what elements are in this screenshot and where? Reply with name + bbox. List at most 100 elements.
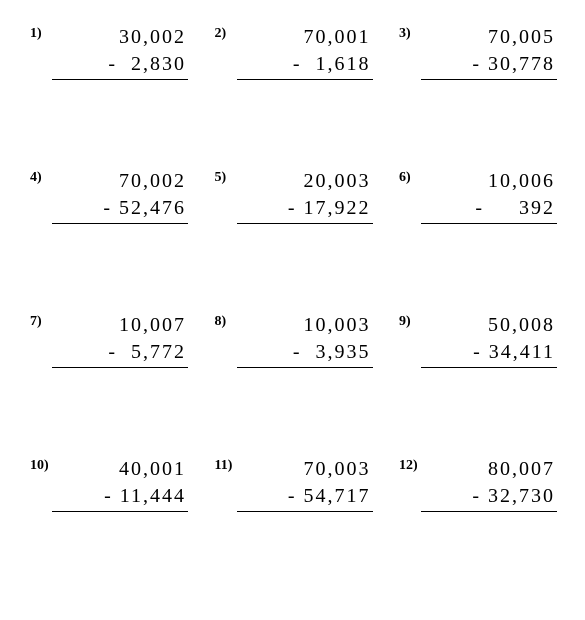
problem-body: 10,007 - 5,772 (56, 312, 188, 368)
subtrahend: 34,411 (489, 341, 555, 363)
equals-rule (52, 367, 188, 368)
problem-item: 11) 70,003 - 54,717 (213, 456, 373, 512)
subtrahend: 2,830 (131, 53, 186, 75)
subtrahend-line: - 2,830 (56, 51, 188, 78)
problem-body: 70,005 - 30,778 (425, 24, 557, 80)
problem-number: 6) (397, 168, 425, 186)
problem-body: 70,002 - 52,476 (56, 168, 188, 224)
subtrahend-line: - 34,411 (425, 339, 557, 366)
minuend: 10,003 (241, 312, 373, 339)
operator: - (108, 341, 117, 363)
problem-item: 10) 40,001 - 11,444 (28, 456, 188, 512)
problem-number: 10) (28, 456, 56, 474)
minuend: 70,001 (241, 24, 373, 51)
problem-body: 10,003 - 3,935 (241, 312, 373, 368)
problem-item: 5) 20,003 - 17,922 (213, 168, 373, 224)
subtrahend: 11,444 (120, 485, 186, 507)
minuend: 30,002 (56, 24, 188, 51)
problem-body: 20,003 - 17,922 (241, 168, 373, 224)
equals-rule (421, 223, 557, 224)
equals-rule (52, 223, 188, 224)
problem-number: 11) (213, 456, 241, 474)
equals-rule (237, 79, 373, 80)
minuend: 10,006 (425, 168, 557, 195)
subtrahend-line: - 11,444 (56, 483, 188, 510)
problem-number: 7) (28, 312, 56, 330)
problem-item: 7) 10,007 - 5,772 (28, 312, 188, 368)
subtrahend-line: - 392 (425, 195, 557, 222)
problem-body: 70,001 - 1,618 (241, 24, 373, 80)
problem-item: 9) 50,008 - 34,411 (397, 312, 557, 368)
problem-number: 4) (28, 168, 56, 186)
subtrahend-line: - 52,476 (56, 195, 188, 222)
equals-rule (237, 223, 373, 224)
problem-body: 50,008 - 34,411 (425, 312, 557, 368)
subtrahend: 17,922 (304, 197, 371, 219)
subtrahend-line: - 5,772 (56, 339, 188, 366)
minuend: 10,007 (56, 312, 188, 339)
operator: - (288, 485, 297, 507)
subtrahend-line: - 54,717 (241, 483, 373, 510)
operator: - (293, 53, 302, 75)
operator: - (472, 53, 481, 75)
minuend: 70,002 (56, 168, 188, 195)
problem-body: 40,001 - 11,444 (56, 456, 188, 512)
problem-number: 5) (213, 168, 241, 186)
operator: - (473, 341, 482, 363)
problem-body: 80,007 - 32,730 (425, 456, 557, 512)
subtrahend-line: - 3,935 (241, 339, 373, 366)
minuend: 70,003 (241, 456, 373, 483)
problem-item: 2) 70,001 - 1,618 (213, 24, 373, 80)
minuend: 40,001 (56, 456, 188, 483)
problem-number: 2) (213, 24, 241, 42)
subtrahend: 30,778 (488, 53, 555, 75)
problem-item: 1) 30,002 - 2,830 (28, 24, 188, 80)
problem-number: 9) (397, 312, 425, 330)
equals-rule (52, 79, 188, 80)
operator: - (108, 53, 117, 75)
minuend: 20,003 (241, 168, 373, 195)
subtrahend: 5,772 (131, 341, 186, 363)
equals-rule (52, 511, 188, 512)
problem-row: 10) 40,001 - 11,444 11) 70,003 - 54,717 … (28, 456, 557, 512)
problem-item: 3) 70,005 - 30,778 (397, 24, 557, 80)
equals-rule (421, 511, 557, 512)
problem-body: 70,003 - 54,717 (241, 456, 373, 512)
subtrahend: 52,476 (119, 197, 186, 219)
problem-item: 6) 10,006 - 392 (397, 168, 557, 224)
operator: - (293, 341, 302, 363)
problem-item: 8) 10,003 - 3,935 (213, 312, 373, 368)
subtrahend-line: - 1,618 (241, 51, 373, 78)
minuend: 70,005 (425, 24, 557, 51)
problem-item: 4) 70,002 - 52,476 (28, 168, 188, 224)
subtrahend-line: - 17,922 (241, 195, 373, 222)
operator: - (104, 485, 113, 507)
problem-body: 30,002 - 2,830 (56, 24, 188, 80)
equals-rule (421, 367, 557, 368)
subtrahend: 392 (519, 197, 555, 219)
equals-rule (237, 511, 373, 512)
minuend: 50,008 (425, 312, 557, 339)
operator: - (472, 485, 481, 507)
operator: - (475, 197, 484, 219)
equals-rule (237, 367, 373, 368)
problem-number: 8) (213, 312, 241, 330)
minuend: 80,007 (425, 456, 557, 483)
problem-item: 12) 80,007 - 32,730 (397, 456, 557, 512)
operator: - (288, 197, 297, 219)
problem-number: 12) (397, 456, 425, 474)
subtrahend-line: - 30,778 (425, 51, 557, 78)
subtrahend: 32,730 (488, 485, 555, 507)
worksheet: 1) 30,002 - 2,830 2) 70,001 - 1,618 3) 7… (0, 0, 585, 512)
problem-body: 10,006 - 392 (425, 168, 557, 224)
equals-rule (421, 79, 557, 80)
problem-row: 1) 30,002 - 2,830 2) 70,001 - 1,618 3) 7… (28, 24, 557, 80)
operator: - (103, 197, 112, 219)
subtrahend: 54,717 (304, 485, 371, 507)
subtrahend: 1,618 (316, 53, 371, 75)
problem-number: 3) (397, 24, 425, 42)
problem-number: 1) (28, 24, 56, 42)
subtrahend: 3,935 (316, 341, 371, 363)
problem-row: 4) 70,002 - 52,476 5) 20,003 - 17,922 6)… (28, 168, 557, 224)
subtrahend-line: - 32,730 (425, 483, 557, 510)
